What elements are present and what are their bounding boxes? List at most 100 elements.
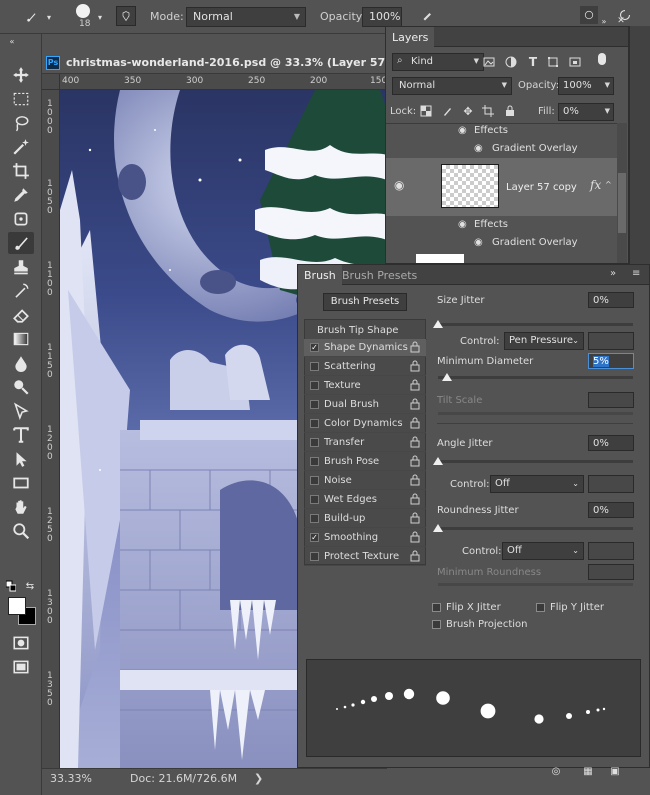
size-jitter-slider[interactable] [433,320,633,328]
default-colors-icon[interactable] [6,580,16,592]
lasso-tool-icon[interactable] [8,112,34,134]
brush-option-item[interactable]: Build-up [304,510,426,528]
roundness-jitter-field[interactable]: 0% [588,502,634,518]
effect-row[interactable]: ◉ Gradient Overlay [386,140,618,158]
new-preset-icon[interactable]: ▣ [608,765,622,777]
brush-option-item[interactable]: Brush Pose [304,453,426,471]
checkbox[interactable] [310,362,319,371]
close-icon[interactable]: ✕ [615,16,627,26]
type-tool-icon[interactable] [8,424,34,446]
gradient-tool-icon[interactable] [8,328,34,350]
flip-y-checkbox[interactable] [536,603,545,612]
lock-icon[interactable] [410,531,420,543]
scroll-thumb[interactable] [618,173,626,233]
lock-icon[interactable] [410,512,420,524]
brush-option-item[interactable]: ✓ Smoothing [304,529,426,547]
eye-icon[interactable]: ◉ [458,219,467,230]
tab-brush[interactable]: Brush [298,265,342,286]
lock-icon[interactable] [410,379,420,391]
toggle-live-tip-icon[interactable]: ◎ [548,765,564,777]
opacity-field[interactable]: 100% [362,7,402,27]
minimum-diameter-field[interactable]: 5% [588,353,634,369]
slider-thumb[interactable] [433,524,443,532]
lock-icon[interactable] [410,417,420,429]
control-input-3[interactable] [588,542,634,560]
hand-tool-icon[interactable] [8,496,34,518]
brush-grid-icon[interactable]: ▦ [581,765,595,777]
tab-brush-presets[interactable]: Brush Presets [342,269,417,282]
foreground-color-swatch[interactable] [8,597,26,615]
chevron-up-icon[interactable]: ^ [605,180,612,189]
flip-x-checkbox[interactable] [432,603,441,612]
brush-option-item[interactable]: Scattering [304,358,426,376]
lock-all-icon[interactable] [504,105,516,117]
filter-toggle[interactable] [598,53,606,65]
adjustment-filter-icon[interactable] [504,55,518,69]
path-selection-tool-icon[interactable] [8,448,34,470]
brush-tool-icon[interactable] [8,232,34,254]
effects-row[interactable]: ◉ Effects [386,124,618,140]
swap-colors-icon[interactable]: ⇆ [24,580,36,592]
brush-panel-toggle-icon[interactable] [116,6,136,26]
checkbox[interactable]: ✓ [310,343,319,352]
eraser-tool-icon[interactable] [8,304,34,326]
lock-icon[interactable] [410,550,420,562]
angle-jitter-field[interactable]: 0% [588,435,634,451]
control-dropdown-1[interactable]: Pen Pressure ⌄ [504,332,584,350]
control-input-1[interactable] [588,332,634,350]
lock-icon[interactable] [410,455,420,467]
zoom-level[interactable]: 33.33% [50,772,92,785]
slider-thumb[interactable] [433,457,443,465]
size-jitter-field[interactable]: 0% [588,292,634,308]
collapse-panels-icon[interactable]: » [610,268,616,279]
checkbox[interactable]: ✓ [310,533,319,542]
checkbox[interactable] [310,438,319,447]
eye-icon[interactable]: ◉ [394,178,404,192]
angle-jitter-slider[interactable] [433,457,633,465]
brush-tip-shape-item[interactable]: Brush Tip Shape [305,322,427,340]
crop-tool-icon[interactable] [8,160,34,182]
blur-tool-icon[interactable] [8,352,34,374]
brush-tool-icon[interactable] [22,8,40,26]
eye-icon[interactable]: ◉ [474,143,483,154]
eye-icon[interactable]: ◉ [458,125,467,136]
brush-preview-dot[interactable] [76,4,90,18]
control-input-2[interactable] [588,475,634,493]
tab-layers[interactable]: Layers [386,27,435,48]
slider-thumb[interactable] [433,320,443,328]
history-brush-tool-icon[interactable] [8,280,34,302]
image-filter-icon[interactable] [482,55,496,69]
pressure-icon[interactable] [580,6,598,24]
slider-thumb[interactable] [442,373,452,381]
blend-mode-dropdown[interactable]: Normal ▼ [392,77,512,95]
checkbox[interactable] [310,457,319,466]
brush-option-item[interactable]: Noise [304,472,426,490]
smart-object-filter-icon[interactable] [568,55,582,69]
mode-dropdown[interactable]: Normal ▼ [186,7,306,27]
lock-icon[interactable] [410,436,420,448]
quick-mask-icon[interactable] [8,632,34,654]
stamp-tool-icon[interactable] [8,256,34,278]
brush-option-item[interactable]: Protect Texture [304,548,426,566]
lock-transparency-icon[interactable] [420,105,432,117]
checkbox[interactable] [310,400,319,409]
brush-presets-button[interactable]: Brush Presets [323,293,407,311]
dodge-tool-icon[interactable] [8,376,34,398]
brush-option-item[interactable]: Dual Brush [304,396,426,414]
document-tab[interactable]: Ps christmas-wonderland-2016.psd @ 33.3%… [42,52,468,74]
lock-pixels-icon[interactable] [442,105,454,117]
fx-icon[interactable]: fx [590,178,601,192]
shape-filter-icon[interactable] [546,55,560,69]
airbrush-icon[interactable] [420,8,436,24]
pen-tool-icon[interactable] [8,400,34,422]
collapse-panels-icon[interactable]: » [598,16,610,26]
move-tool-icon[interactable] [8,64,34,86]
effects-row[interactable]: ◉ Effects [386,216,618,234]
checkbox[interactable] [310,495,319,504]
status-arrow-icon[interactable]: ❯ [254,772,263,785]
checkbox[interactable] [310,381,319,390]
brush-option-item[interactable]: ✓ Shape Dynamics [304,339,426,357]
kind-filter[interactable]: ⌕ Kind ▼ [392,53,484,71]
checkbox[interactable] [310,514,319,523]
lock-artboard-icon[interactable] [482,105,494,117]
